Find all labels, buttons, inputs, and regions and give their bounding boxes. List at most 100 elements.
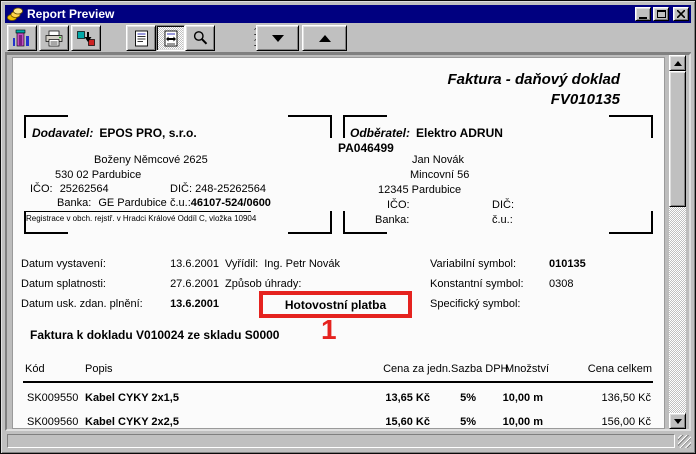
supplier-header: Dodavatel:EPOS PRO, s.r.o.	[32, 126, 197, 140]
customer-name: Elektro ADRUN	[416, 126, 503, 140]
prev-page-button[interactable]	[302, 25, 347, 51]
vertical-scrollbar[interactable]	[669, 55, 686, 429]
row-total: 136,50 Kč	[551, 392, 651, 405]
due-date-value: 27.6.2001	[143, 278, 219, 291]
whole-page-view-button[interactable]	[126, 25, 156, 51]
customer-header: Odběratel: Elektro ADRUN	[350, 126, 503, 140]
window-title: Report Preview	[27, 7, 635, 21]
row-desc: Kabel CYKY 2x2,5	[85, 416, 179, 429]
constant-symbol-value: 0308	[549, 278, 573, 291]
customer-account-label: č.u.:	[492, 214, 513, 227]
supplier-registration: Registrace v obch. rejstř. v Hradci Král…	[26, 214, 256, 223]
customer-street: Mincovní 56	[410, 169, 469, 182]
printer-icon	[44, 30, 64, 47]
tax-date-value: 13.6.2001	[143, 298, 219, 311]
supplier-bank-value: GE Pardubice	[98, 197, 166, 209]
page-width-icon	[163, 30, 179, 47]
row-qty: 10,00 m	[473, 416, 543, 429]
constant-symbol-label: Konstantní symbol:	[430, 278, 524, 291]
scroll-up-button[interactable]	[669, 55, 686, 71]
document-title: Faktura - daňový doklad	[447, 70, 620, 89]
document-number: FV010135	[551, 90, 620, 109]
title-bar[interactable]: Report Preview	[5, 5, 691, 23]
col-header-total: Cena celkem	[552, 363, 652, 376]
page-icon	[134, 30, 149, 47]
customer-ico-label: IČO:	[387, 199, 410, 211]
specific-symbol-label: Specifický symbol:	[430, 298, 520, 311]
report-preview-window: Report Preview	[0, 0, 696, 454]
arrow-down-icon	[272, 35, 284, 42]
resize-grip[interactable]	[678, 435, 691, 448]
close-button[interactable]	[673, 7, 689, 21]
maximize-icon	[657, 10, 666, 18]
issue-date-value: 13.6.2001	[143, 258, 219, 271]
minimize-icon	[639, 17, 647, 19]
supplier-ico-value: 25262564	[60, 183, 109, 195]
row-vat: 5%	[433, 416, 476, 429]
export-button[interactable]	[71, 25, 101, 51]
col-header-desc: Popis	[85, 363, 113, 376]
print-button[interactable]	[39, 25, 69, 51]
annotation-number: 1	[321, 314, 337, 346]
row-unit-price: 13,65 Kč	[303, 392, 430, 405]
door-exit-icon	[12, 29, 32, 47]
magnifier-icon	[192, 30, 209, 47]
minimize-button[interactable]	[635, 7, 651, 21]
payment-method-value: Hotovostní platba	[285, 298, 386, 312]
handled-by-row: Vyřídil:Ing. Petr Novák	[225, 258, 340, 271]
report-page: Faktura - daňový doklad FV010135 Dodavat…	[12, 57, 665, 429]
tax-date-label: Datum usk. zdan. plnění:	[21, 298, 143, 311]
corner-mark	[288, 211, 332, 234]
corner-mark	[609, 115, 653, 138]
report-subtitle: Faktura k dokladu V010024 ze skladu S000…	[30, 328, 279, 342]
customer-bank-row: Banka: č.u.:	[375, 214, 625, 227]
arrow-down-icon	[674, 419, 682, 424]
customer-bank-label: Banka:	[375, 214, 409, 226]
exit-preview-button[interactable]	[7, 25, 37, 51]
status-panel	[7, 434, 675, 448]
toolbar: 1 1	[5, 23, 691, 53]
corner-mark	[288, 115, 332, 138]
maximize-button[interactable]	[653, 7, 669, 21]
row-qty: 10,00 m	[473, 392, 543, 405]
row-vat: 5%	[433, 392, 476, 405]
supplier-account: č.u.:46107-524/0600	[170, 197, 271, 210]
row-unit-price: 15,60 Kč	[303, 416, 430, 429]
variable-symbol-value: 010135	[549, 258, 586, 271]
close-icon	[677, 10, 685, 18]
row-code: SK009550	[27, 392, 78, 405]
supplier-ico-row: IČO: 25262564 DIČ: 248-25262564	[30, 183, 330, 196]
row-total: 156,00 Kč	[551, 416, 651, 429]
scroll-down-button[interactable]	[669, 413, 686, 429]
preview-area: Faktura - daňový doklad FV010135 Dodavat…	[5, 53, 691, 431]
page-width-view-button[interactable]	[156, 25, 185, 51]
row-code: SK009560	[27, 416, 78, 429]
issue-date-label: Datum vystavení:	[21, 258, 106, 271]
customer-code: PA046499	[338, 141, 394, 155]
zoom-button[interactable]	[185, 25, 215, 51]
coins-icon	[7, 6, 23, 22]
customer-contact: Jan Novák	[412, 154, 464, 167]
col-header-qty: Množství	[505, 363, 549, 376]
supplier-bank-label: Banka:	[57, 197, 91, 209]
customer-label: Odběratel:	[350, 126, 410, 140]
next-page-button[interactable]	[256, 25, 299, 51]
arrow-up-icon	[319, 35, 331, 42]
export-data-icon	[76, 30, 96, 47]
window-controls	[635, 7, 689, 21]
supplier-dic: DIČ: 248-25262564	[170, 183, 266, 196]
status-bar	[5, 432, 691, 449]
table-header-rule	[23, 381, 653, 383]
col-header-code: Kód	[25, 363, 45, 376]
due-date-label: Datum splatnosti:	[21, 278, 106, 291]
col-header-vat: Sazba DPH	[451, 363, 508, 376]
arrow-up-icon	[674, 61, 682, 66]
customer-city: 12345 Pardubice	[378, 184, 461, 197]
supplier-street: Boženy Němcové 2625	[94, 154, 208, 167]
scrollbar-thumb[interactable]	[669, 71, 686, 207]
row-desc: Kabel CYKY 2x1,5	[85, 392, 179, 405]
supplier-separator-line	[25, 211, 251, 212]
customer-dic-label: DIČ:	[492, 199, 514, 212]
customer-ico-row: IČO: DIČ:	[387, 199, 637, 212]
handled-by-value: Ing. Petr Novák	[264, 258, 340, 270]
